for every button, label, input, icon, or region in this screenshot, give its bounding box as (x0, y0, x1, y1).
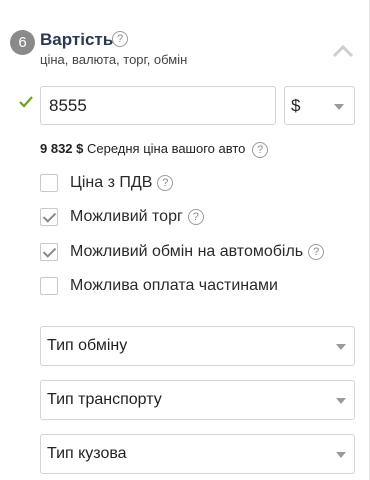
help-icon[interactable]: ? (157, 175, 174, 191)
chevron-down-icon (336, 398, 346, 404)
section-subtitle: ціна, валюта, торг, обмін (40, 52, 188, 67)
exchange-type-label: Тип обміну (47, 337, 128, 354)
help-icon[interactable]: ? (252, 141, 269, 158)
exchange-checkbox-row[interactable]: Можливий обмін на автомобіль ? (40, 242, 325, 262)
body-type-select[interactable]: Тип кузова (40, 434, 355, 474)
transport-type-select[interactable]: Тип транспорту (40, 380, 355, 420)
installment-checkbox[interactable] (40, 277, 58, 295)
installment-label: Можлива оплата частинами (70, 277, 278, 294)
vat-checkbox[interactable] (40, 174, 58, 192)
chevron-up-icon[interactable] (332, 44, 354, 58)
bargain-checkbox[interactable] (40, 208, 58, 226)
exchange-checkbox[interactable] (40, 243, 58, 261)
help-icon[interactable]: ? (187, 209, 204, 225)
chevron-down-icon (336, 344, 346, 350)
currency-select[interactable]: $ (284, 86, 355, 125)
vat-checkbox-row[interactable]: Ціна з ПДВ ? (40, 173, 174, 193)
vat-label: Ціна з ПДВ (70, 174, 153, 191)
chevron-down-icon (336, 452, 346, 458)
section-title-text: Вартість (40, 30, 114, 49)
help-icon[interactable]: ? (112, 31, 128, 47)
bargain-checkbox-row[interactable]: Можливий торг ? (40, 207, 204, 227)
step-number-badge: 6 (10, 30, 35, 55)
price-input[interactable] (40, 86, 276, 125)
average-price-amount: 9 832 $ (40, 141, 84, 156)
currency-value: $ (291, 96, 301, 115)
exchange-label: Можливий обмін на автомобіль (70, 243, 304, 260)
average-price-line: 9 832 $ Середня ціна вашого авто ? (40, 141, 269, 158)
bargain-label: Можливий торг (70, 208, 183, 225)
body-type-label: Тип кузова (47, 445, 127, 462)
section-title: Вартість ? (40, 30, 128, 50)
help-icon[interactable]: ? (308, 244, 325, 260)
average-price-label: Середня ціна вашого авто (87, 141, 246, 156)
chevron-down-icon (334, 104, 344, 110)
transport-type-label: Тип транспорту (47, 391, 162, 408)
exchange-type-select[interactable]: Тип обміну (40, 326, 355, 366)
checkmark-icon (19, 96, 33, 108)
installment-checkbox-row[interactable]: Можлива оплата частинами (40, 276, 278, 296)
